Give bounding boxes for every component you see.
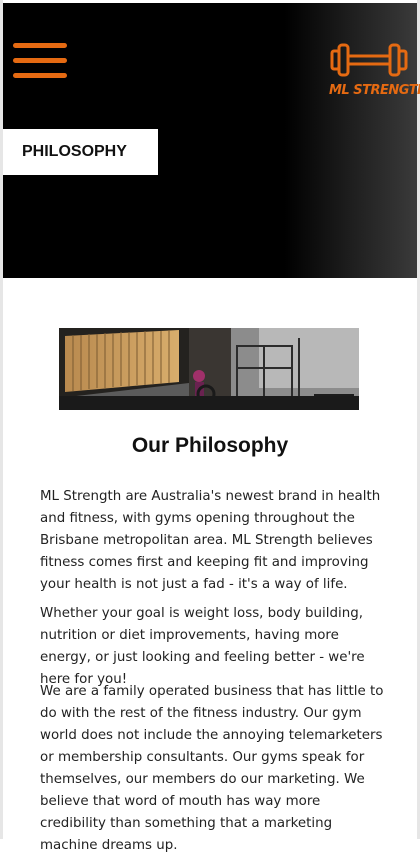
barbell-icon xyxy=(330,43,408,77)
gym-interior-photo xyxy=(59,328,359,410)
section-heading: Our Philosophy xyxy=(131,434,289,457)
brand-logo-text: ML STRENGTH xyxy=(329,83,420,98)
menu-bar xyxy=(13,73,67,78)
menu-bar xyxy=(13,43,67,48)
hamburger-menu-icon[interactable] xyxy=(13,41,67,85)
brand-logo[interactable]: ML STRENGTH xyxy=(329,39,420,105)
menu-bar xyxy=(13,58,67,63)
page-title-tag: PHILOSOPHY xyxy=(3,129,158,175)
paragraph-goals: Whether your goal is weight loss, body b… xyxy=(40,606,365,687)
paragraph-family: We are a family operated business that h… xyxy=(40,684,384,853)
hero-banner: ML STRENGTH PHILOSOPHY xyxy=(3,3,420,278)
paragraph-intro: ML Strength are Australia's newest brand… xyxy=(40,489,381,592)
page-title: PHILOSOPHY xyxy=(22,143,127,160)
